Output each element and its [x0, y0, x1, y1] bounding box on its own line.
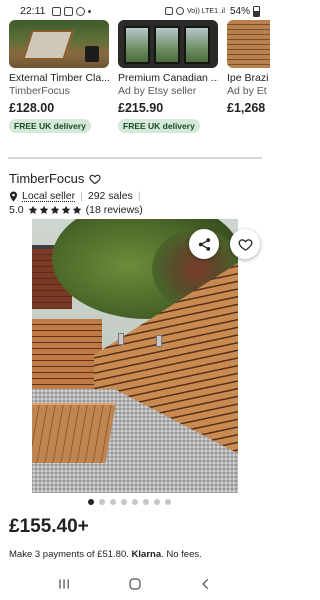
- gallery-dot[interactable]: [99, 499, 105, 505]
- shop-header: TimberFocus: [9, 171, 101, 186]
- klarna-brand: Klarna: [131, 549, 162, 560]
- free-delivery-badge: FREE UK delivery: [9, 119, 91, 133]
- local-seller-link[interactable]: Local seller: [22, 190, 75, 202]
- favorite-shop-heart-icon[interactable]: [89, 173, 101, 185]
- network-indicator: Vo)) LTE1 .il: [186, 7, 225, 15]
- listing-title[interactable]: Premium Canadian ...: [118, 72, 218, 84]
- status-bar: 22:11 Vo)) LTE1 .il 54%: [0, 0, 270, 22]
- gallery-pager: [88, 499, 171, 505]
- share-icon: [198, 237, 210, 251]
- related-card[interactable]: Premium Canadian ... Ad by Etsy seller £…: [118, 20, 218, 134]
- star-icon: [61, 205, 70, 214]
- star-icon: [39, 205, 48, 214]
- rating-value: 5.0: [9, 204, 24, 216]
- related-card[interactable]: Ipe Brazi Ad by Et £1,268: [227, 20, 270, 115]
- klarna-suffix: . No fees.: [161, 549, 202, 560]
- shop-meta: Local seller | 292 sales |: [9, 190, 146, 202]
- shop-name[interactable]: TimberFocus: [9, 171, 84, 186]
- gallery-dot[interactable]: [132, 499, 138, 505]
- star-icon: [28, 205, 37, 214]
- star-rating: [28, 205, 82, 215]
- section-divider: [8, 157, 262, 159]
- more-notifications-icon: [87, 9, 91, 13]
- listing-shop: Ad by Etsy seller: [118, 85, 197, 97]
- klarna-prefix: Make 3 payments of £51.80.: [9, 549, 129, 560]
- reviews-link[interactable]: (18 reviews): [86, 204, 143, 216]
- star-icon: [72, 205, 81, 214]
- rating-row[interactable]: 5.0 (18 reviews): [9, 204, 143, 216]
- status-time: 22:11: [20, 5, 46, 17]
- listing-shop: TimberFocus: [9, 85, 70, 97]
- back-button[interactable]: [198, 576, 214, 592]
- gallery-dot[interactable]: [121, 499, 127, 505]
- system-nav-bar: [0, 568, 270, 600]
- share-button[interactable]: [189, 229, 219, 259]
- listing-thumbnail[interactable]: [9, 20, 109, 68]
- free-delivery-badge: FREE UK delivery: [118, 119, 200, 133]
- recents-icon: [58, 579, 69, 589]
- listing-title[interactable]: External Timber Cla...: [9, 72, 109, 84]
- listing-thumbnail[interactable]: [227, 20, 270, 68]
- home-button[interactable]: [127, 576, 143, 592]
- gallery-dot[interactable]: [165, 499, 171, 505]
- gallery-dot[interactable]: [110, 499, 116, 505]
- listing-title[interactable]: Ipe Brazi: [227, 72, 270, 84]
- listing-price: £215.90: [118, 101, 164, 115]
- listing-price: £128.00: [9, 101, 55, 115]
- related-card[interactable]: External Timber Cla... TimberFocus £128.…: [9, 20, 109, 134]
- battery-percent: 54%: [229, 5, 250, 17]
- notification-icons: [51, 6, 91, 16]
- battery-icon: [253, 5, 260, 17]
- gallery-notification-icon: [51, 6, 61, 16]
- listing-thumbnail[interactable]: [118, 20, 218, 68]
- back-icon: [202, 578, 209, 590]
- favorite-button[interactable]: [230, 229, 260, 259]
- listing-price: £1,268: [227, 101, 266, 115]
- product-photo[interactable]: [32, 219, 238, 493]
- gallery-dot[interactable]: [154, 499, 160, 505]
- gallery-dot[interactable]: [88, 499, 94, 505]
- alarm-icon: [164, 7, 173, 15]
- separator: |: [137, 190, 141, 202]
- gallery-dot[interactable]: [143, 499, 149, 505]
- klarna-payment-info[interactable]: Make 3 payments of £51.80. Klarna. No fe…: [9, 549, 202, 560]
- status-right: Vo)) LTE1 .il 54%: [164, 5, 260, 17]
- location-pin-icon: [10, 191, 17, 201]
- star-icon: [50, 205, 59, 214]
- recents-button[interactable]: [56, 576, 72, 592]
- related-listings: External Timber Cla... TimberFocus £128.…: [0, 20, 270, 138]
- separator: |: [80, 190, 83, 202]
- sales-count: 292 sales: [87, 190, 133, 202]
- app-notification-icon: [75, 6, 85, 16]
- listing-shop: Ad by Et: [227, 85, 267, 97]
- listing-price-main: £155.40+: [9, 516, 89, 537]
- home-icon: [129, 578, 141, 590]
- message-notification-icon: [63, 6, 73, 16]
- heart-icon: [238, 238, 252, 251]
- mute-icon: [175, 7, 184, 15]
